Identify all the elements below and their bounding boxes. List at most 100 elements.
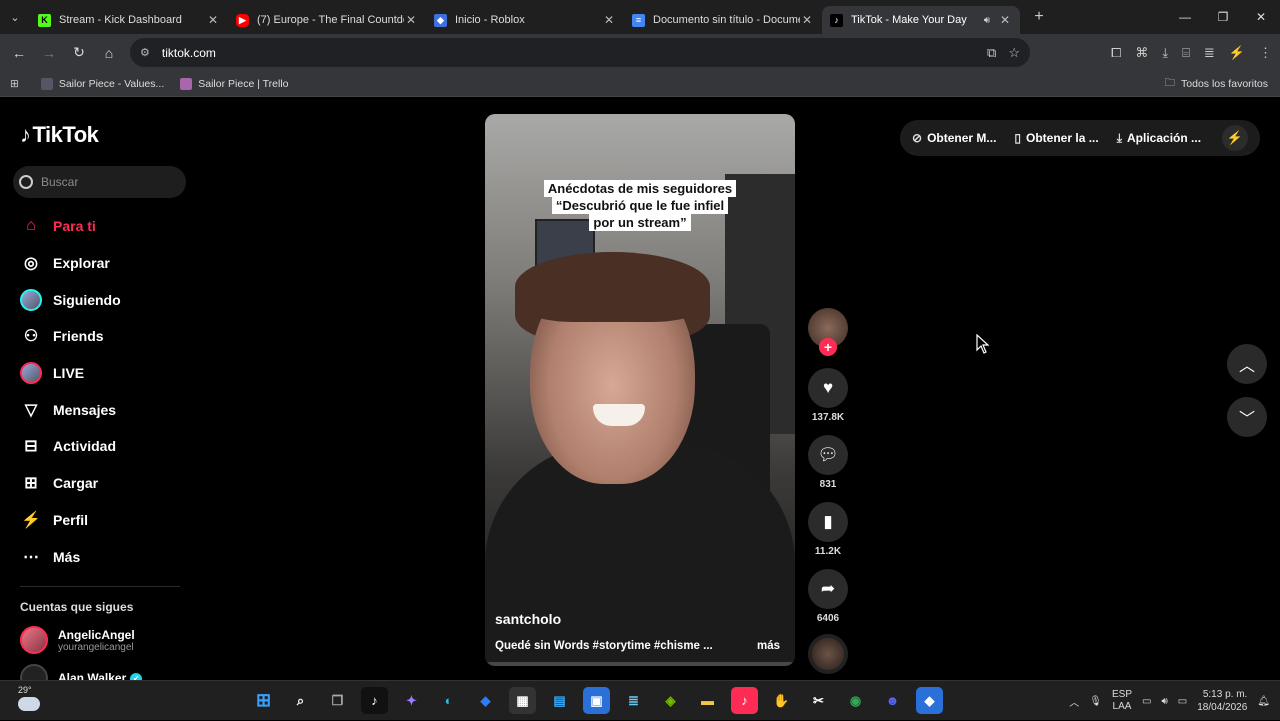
tab-roblox[interactable]: ◆ Inicio - Roblox ✕ bbox=[426, 6, 624, 34]
sidebar-item-explorar[interactable]: ◎ Explorar bbox=[20, 245, 190, 282]
app-icon[interactable]: ▤ bbox=[546, 687, 573, 714]
tab-docs[interactable]: ≡ Documento sin título - Documentos ✕ bbox=[624, 6, 822, 34]
tab-tiktok[interactable]: ♪ TikTok - Make Your Day 🔊︎ ✕ bbox=[822, 6, 1020, 34]
new-tab-button[interactable]: + bbox=[1026, 8, 1052, 26]
media-icon[interactable]: ≣ bbox=[1204, 45, 1215, 61]
close-icon[interactable]: ✕ bbox=[404, 13, 418, 27]
extension-icon[interactable]: ⌘ bbox=[1135, 45, 1148, 61]
video-more-link[interactable]: más bbox=[757, 640, 780, 652]
weather-widget[interactable]: 29° bbox=[18, 685, 40, 711]
extensions-icon[interactable]: ⧠ bbox=[1111, 45, 1121, 61]
download-icon[interactable]: ⤓ bbox=[1162, 45, 1168, 61]
home-icon[interactable]: ⌂ bbox=[94, 38, 124, 68]
next-video-button[interactable]: ﹀ bbox=[1227, 397, 1267, 437]
desktop-app-button[interactable]: ⤓ Aplicación ... bbox=[1117, 131, 1201, 146]
chrome-icon[interactable]: ◉ bbox=[842, 687, 869, 714]
video-player[interactable]: Anécdotas de mis seguidores “Descubrió q… bbox=[485, 114, 795, 666]
sidebar-item-friends[interactable]: ⚇ Friends bbox=[20, 318, 190, 355]
notepad-icon[interactable]: ≣ bbox=[620, 687, 647, 714]
minimize-icon[interactable]: — bbox=[1166, 0, 1204, 34]
sidebar-item-actividad[interactable]: ⊟ Actividad bbox=[20, 428, 190, 465]
display-icon[interactable]: ▭ bbox=[1142, 696, 1151, 707]
task-view-icon[interactable]: ❐ bbox=[324, 687, 351, 714]
video-username[interactable]: santcholo bbox=[495, 611, 561, 627]
install-app-icon[interactable]: ⧉ bbox=[987, 45, 996, 61]
apps-grid-icon[interactable]: ⊞ bbox=[10, 78, 19, 90]
previous-video-button[interactable]: ︿ bbox=[1227, 344, 1267, 384]
bookmark-icon[interactable]: ▮ bbox=[808, 502, 848, 542]
sidebar-item-para-ti[interactable]: ⌂ Para ti bbox=[20, 208, 190, 245]
sidebar-item-live[interactable]: LIVE bbox=[20, 355, 190, 392]
dropbox-icon[interactable]: ◆ bbox=[472, 687, 499, 714]
microphone-icon[interactable]: 🎙︎ bbox=[1089, 696, 1102, 707]
url-bar[interactable]: ⚙ tiktok.com bbox=[130, 38, 1030, 67]
tiktok-live-icon[interactable]: ♪ bbox=[731, 687, 758, 714]
menu-dots-icon[interactable]: ⋮ bbox=[1259, 45, 1272, 61]
creator-avatar[interactable]: + bbox=[808, 308, 848, 356]
bookmark-item[interactable]: Sailor Piece | Trello bbox=[180, 77, 289, 90]
tab-kick[interactable]: K Stream - Kick Dashboard ✕ bbox=[30, 6, 228, 34]
nav-label: Explorar bbox=[53, 255, 110, 272]
tab-youtube[interactable]: ▶ (7) Europe - The Final Countdown ✕ bbox=[228, 6, 426, 34]
roblox-studio-icon[interactable]: ▣ bbox=[583, 687, 610, 714]
close-icon[interactable]: ✕ bbox=[800, 13, 814, 27]
chevron-up-icon[interactable]: ︿ bbox=[1069, 694, 1079, 709]
sidebar-item-siguiendo[interactable]: Siguiendo bbox=[20, 281, 190, 318]
discord-icon[interactable]: ☻ bbox=[879, 687, 906, 714]
sidebar-item-mas[interactable]: ⋯ Más bbox=[20, 538, 190, 575]
file-explorer-icon[interactable]: ▬ bbox=[694, 687, 721, 714]
profile-avatar-icon[interactable]: ⚡ bbox=[1222, 125, 1248, 151]
sidebar-item-cargar[interactable]: ⊞ Cargar bbox=[20, 465, 190, 502]
reload-icon[interactable]: ↻ bbox=[64, 38, 94, 68]
close-icon[interactable]: ✕ bbox=[206, 13, 220, 27]
site-info-icon[interactable]: ⚙ bbox=[140, 46, 150, 59]
nvidia-icon[interactable]: ◈ bbox=[657, 687, 684, 714]
temperature: 29° bbox=[18, 685, 32, 695]
music-disc-icon[interactable] bbox=[808, 634, 848, 674]
bookmark-item[interactable]: Sailor Piece - Values... bbox=[40, 77, 164, 90]
cloud-icon bbox=[18, 697, 40, 711]
maximize-icon[interactable]: ❐ bbox=[1204, 0, 1242, 34]
get-coins-button[interactable]: ⊘ Obtener M... bbox=[912, 131, 996, 145]
roblox-icon[interactable]: ◆ bbox=[916, 687, 943, 714]
sidebar-item-mensajes[interactable]: ▽ Mensajes bbox=[20, 391, 190, 428]
game-app-icon[interactable]: ✋ bbox=[768, 687, 795, 714]
sidebar-item-perfil[interactable]: ⚡ Perfil bbox=[20, 502, 190, 539]
following-account[interactable]: AngelicAngel yourangelicangel bbox=[20, 626, 135, 654]
copilot-icon[interactable]: ✦ bbox=[398, 687, 425, 714]
notification-icon[interactable]: 🔔︎ bbox=[1257, 696, 1270, 707]
search-icon[interactable]: ⌕ bbox=[287, 687, 314, 714]
get-app-button[interactable]: ▯ Obtener la ... bbox=[1014, 131, 1098, 145]
follow-plus-icon[interactable]: + bbox=[819, 338, 837, 356]
profile-icon[interactable]: ⚡ bbox=[1229, 45, 1245, 61]
language-indicator[interactable]: ESP LAA bbox=[1112, 689, 1132, 713]
speaker-icon[interactable]: 🔊︎ bbox=[984, 15, 990, 26]
video-progress-bar[interactable] bbox=[485, 662, 795, 666]
account-name: AngelicAngel bbox=[58, 627, 135, 642]
store-icon[interactable]: ▦ bbox=[509, 687, 536, 714]
nav-label: Mensajes bbox=[53, 401, 117, 418]
close-window-icon[interactable]: ✕ bbox=[1242, 0, 1280, 34]
battery-icon[interactable]: ▭ bbox=[1178, 696, 1187, 707]
comment-icon[interactable]: 💬︎ bbox=[808, 435, 848, 475]
bookmark-star-icon[interactable]: ☆ bbox=[1008, 45, 1020, 61]
capcut-icon[interactable]: ✂ bbox=[805, 687, 832, 714]
share-icon[interactable]: ➦ bbox=[808, 569, 848, 609]
volume-icon[interactable]: 🔊︎ bbox=[1161, 696, 1167, 707]
edge-icon[interactable]: ◐ bbox=[435, 687, 462, 714]
heart-icon[interactable]: ♥ bbox=[808, 368, 848, 408]
windows-start-icon[interactable]: ⊞ bbox=[250, 687, 277, 714]
translate-icon[interactable]: ⌸ bbox=[1182, 45, 1190, 61]
back-icon[interactable]: ← bbox=[4, 38, 34, 68]
close-icon[interactable]: ✕ bbox=[998, 13, 1012, 27]
all-bookmarks-button[interactable]: 🗀 Todos los favoritos bbox=[1165, 75, 1268, 93]
tab-title: Inicio - Roblox bbox=[455, 14, 525, 26]
search-input[interactable]: Buscar bbox=[13, 166, 186, 198]
close-icon[interactable]: ✕ bbox=[602, 13, 616, 27]
tiktok-logo[interactable]: ♪ TikTok bbox=[20, 122, 99, 148]
clock[interactable]: 5:13 p. m. 18/04/2026 bbox=[1197, 688, 1247, 714]
tiktok-app-icon[interactable]: ♪ bbox=[361, 687, 388, 714]
tiktok-page: ♪ TikTok Buscar ⌂ Para ti ◎ Explorar Sig… bbox=[0, 98, 1280, 692]
tab-search-menu-button[interactable]: ⌄ bbox=[0, 0, 30, 34]
forward-icon[interactable]: → bbox=[34, 38, 64, 68]
